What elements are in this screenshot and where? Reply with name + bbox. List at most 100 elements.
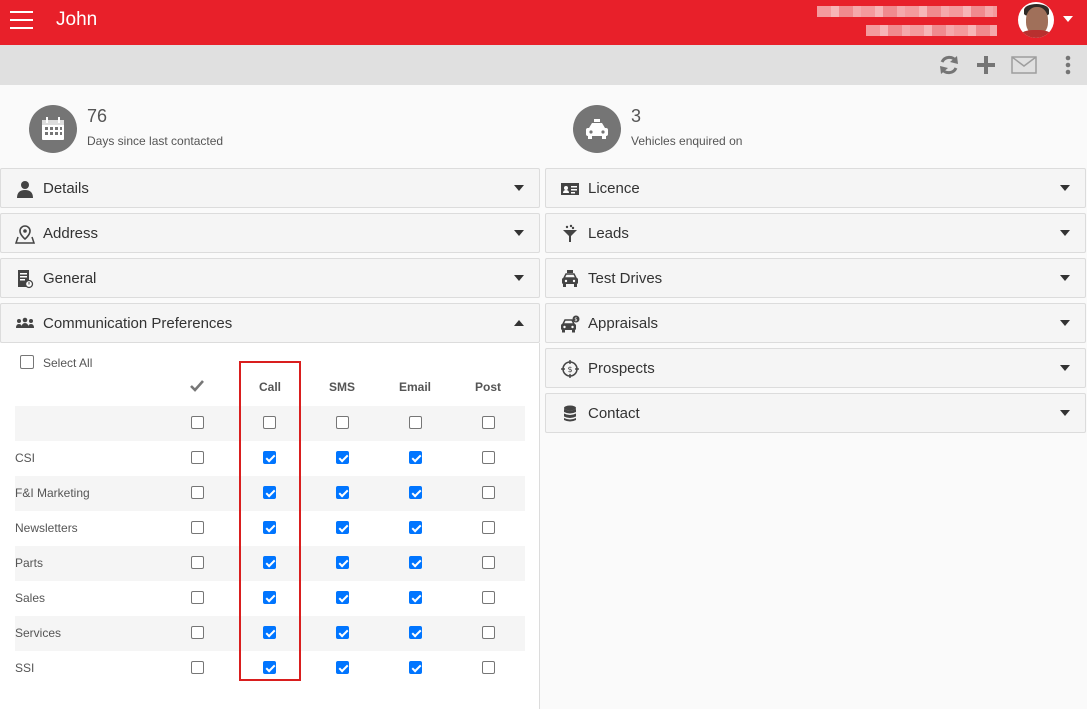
refresh-icon[interactable] xyxy=(937,53,961,77)
panel-appraisals[interactable]: $ Appraisals xyxy=(545,303,1086,343)
envelope-icon[interactable] xyxy=(1011,53,1037,77)
call-checkbox[interactable] xyxy=(263,416,276,429)
stat-label: Days since last contacted xyxy=(87,134,224,148)
action-toolbar xyxy=(0,45,1087,85)
row-label: CSI xyxy=(15,451,36,465)
sms-checkbox[interactable] xyxy=(336,661,349,674)
hamburger-menu-icon[interactable] xyxy=(10,11,33,31)
select-all-checkbox[interactable] xyxy=(20,355,34,369)
sms-checkbox[interactable] xyxy=(336,591,349,604)
chevron-down-icon xyxy=(1060,275,1070,281)
post-checkbox[interactable] xyxy=(482,661,495,674)
column-header-call: Call xyxy=(258,380,281,394)
post-checkbox[interactable] xyxy=(482,521,495,534)
page-title: John xyxy=(56,9,98,30)
call-checkbox[interactable] xyxy=(263,591,276,604)
email-checkbox[interactable] xyxy=(409,451,422,464)
chevron-down-icon xyxy=(1060,320,1070,326)
panel-details[interactable]: Details xyxy=(0,168,540,208)
sms-checkbox[interactable] xyxy=(336,521,349,534)
panel-prospects[interactable]: $ Prospects xyxy=(545,348,1086,388)
call-checkbox[interactable] xyxy=(263,521,276,534)
panel-label: Leads xyxy=(588,225,629,242)
document-icon xyxy=(15,269,35,289)
panel-contact[interactable]: Contact xyxy=(545,393,1086,433)
database-icon xyxy=(560,404,580,424)
panel-label: Prospects xyxy=(588,360,655,377)
panel-communication-preferences[interactable]: Communication Preferences xyxy=(0,303,540,343)
top-app-bar: John xyxy=(0,0,1087,45)
row-label: Services xyxy=(15,626,62,640)
all-channels-checkbox[interactable] xyxy=(191,556,204,569)
post-checkbox[interactable] xyxy=(482,556,495,569)
call-checkbox[interactable] xyxy=(263,451,276,464)
post-checkbox[interactable] xyxy=(482,486,495,499)
funnel-icon xyxy=(560,224,580,244)
chevron-down-icon xyxy=(514,275,524,281)
call-checkbox[interactable] xyxy=(263,661,276,674)
sms-checkbox[interactable] xyxy=(336,451,349,464)
all-channels-checkbox[interactable] xyxy=(191,486,204,499)
call-checkbox[interactable] xyxy=(263,626,276,639)
chevron-down-icon xyxy=(1060,365,1070,371)
email-checkbox[interactable] xyxy=(409,626,422,639)
email-checkbox[interactable] xyxy=(409,416,422,429)
plus-icon[interactable] xyxy=(974,53,998,77)
panel-label: Licence xyxy=(588,180,640,197)
panel-leads[interactable]: Leads xyxy=(545,213,1086,253)
email-checkbox[interactable] xyxy=(409,661,422,674)
car-front-icon xyxy=(560,269,580,289)
panel-label: Communication Preferences xyxy=(43,315,233,332)
sms-checkbox[interactable] xyxy=(336,486,349,499)
call-checkbox[interactable] xyxy=(263,486,276,499)
row-label: SSI xyxy=(15,661,35,675)
column-header-email: Email xyxy=(398,380,431,394)
post-checkbox[interactable] xyxy=(482,626,495,639)
row-label: F&I Marketing xyxy=(15,486,90,500)
row-label: Parts xyxy=(15,556,44,570)
map-pin-icon xyxy=(14,224,36,244)
id-card-icon xyxy=(560,179,580,199)
chevron-down-icon xyxy=(1060,410,1070,416)
chevron-down-icon xyxy=(1060,185,1070,191)
row-label: Newsletters xyxy=(15,521,78,535)
email-checkbox[interactable] xyxy=(409,521,422,534)
panel-address[interactable]: Address xyxy=(0,213,540,253)
stat-value: 3 xyxy=(631,106,642,126)
panel-general[interactable]: General xyxy=(0,258,540,298)
car-icon xyxy=(573,105,621,153)
sms-checkbox[interactable] xyxy=(336,416,349,429)
stat-value: 76 xyxy=(87,106,108,126)
redacted-user-info-secondary xyxy=(866,25,997,36)
checkmark-icon xyxy=(189,378,205,394)
post-checkbox[interactable] xyxy=(482,591,495,604)
email-checkbox[interactable] xyxy=(409,556,422,569)
post-checkbox[interactable] xyxy=(482,451,495,464)
people-icon xyxy=(15,314,35,334)
all-channels-checkbox[interactable] xyxy=(191,416,204,429)
panel-label: Address xyxy=(43,225,99,242)
column-header-post: Post xyxy=(474,380,501,394)
more-vertical-icon[interactable] xyxy=(1058,53,1078,77)
user-avatar[interactable] xyxy=(1018,2,1054,38)
panel-test-drives[interactable]: Test Drives xyxy=(545,258,1086,298)
all-channels-checkbox[interactable] xyxy=(191,626,204,639)
call-checkbox[interactable] xyxy=(263,556,276,569)
all-channels-checkbox[interactable] xyxy=(191,521,204,534)
panel-label: Contact xyxy=(588,405,640,422)
chevron-down-icon xyxy=(514,230,524,236)
sms-checkbox[interactable] xyxy=(336,556,349,569)
all-channels-checkbox[interactable] xyxy=(191,661,204,674)
post-checkbox[interactable] xyxy=(482,416,495,429)
all-channels-checkbox[interactable] xyxy=(191,451,204,464)
email-checkbox[interactable] xyxy=(409,486,422,499)
panel-label: General xyxy=(43,270,97,287)
column-header-sms: SMS xyxy=(328,380,355,394)
chevron-down-icon[interactable] xyxy=(1063,16,1073,22)
panel-label: Appraisals xyxy=(588,315,659,332)
all-channels-checkbox[interactable] xyxy=(191,591,204,604)
chevron-down-icon xyxy=(1060,230,1070,236)
email-checkbox[interactable] xyxy=(409,591,422,604)
sms-checkbox[interactable] xyxy=(336,626,349,639)
panel-licence[interactable]: Licence xyxy=(545,168,1086,208)
